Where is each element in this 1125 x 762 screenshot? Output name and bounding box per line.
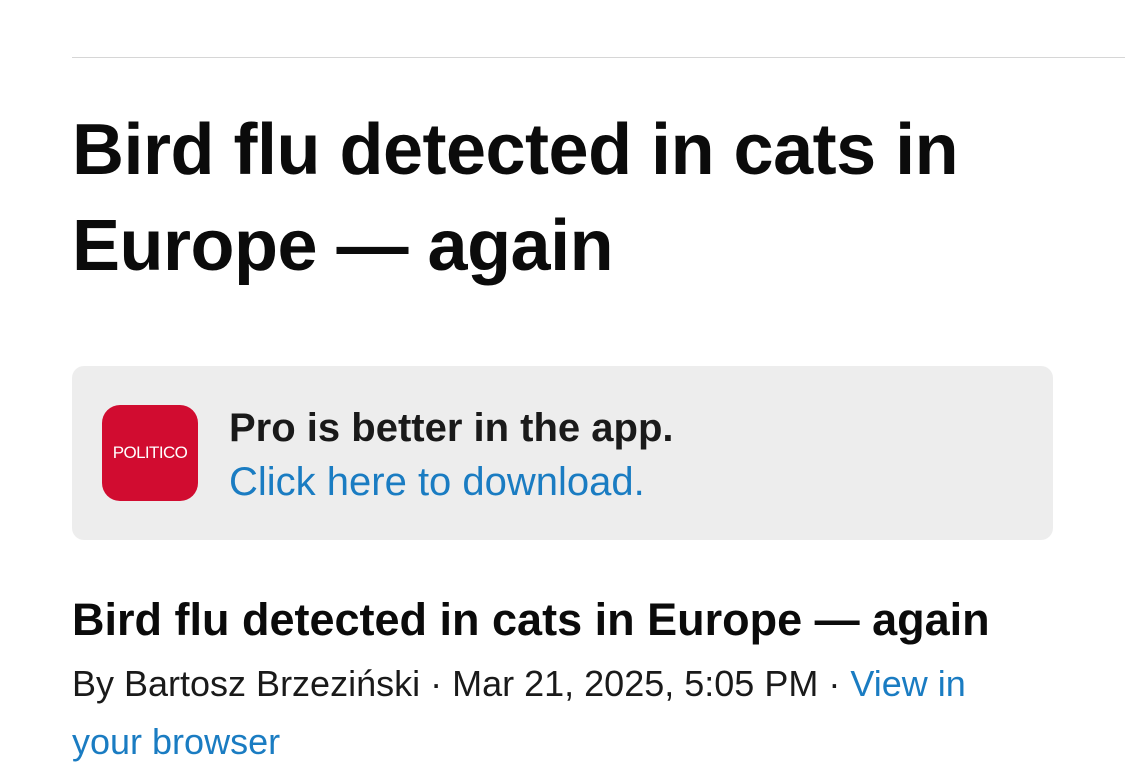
email-view: Bird flu detected in cats in Europe — ag… [0,0,1125,762]
publish-timestamp: Mar 21, 2025, 5:05 PM [452,663,819,704]
byline: By Bartosz Brzeziński · Mar 21, 2025, 5:… [72,655,1032,762]
politico-app-icon: POLITICO [102,405,198,501]
byline-separator: · [818,663,851,704]
article-title: Bird flu detected in cats in Europe — ag… [72,594,990,645]
banner-text: Pro is better in the app. Click here to … [229,402,674,510]
download-app-link[interactable]: Click here to download. [229,454,674,510]
app-download-banner[interactable]: POLITICO Pro is better in the app. Click… [72,366,1053,540]
byline-separator: · [420,663,453,704]
app-icon-label: POLITICO [112,443,188,462]
banner-title: Pro is better in the app. [229,406,674,450]
author-name: By Bartosz Brzeziński [72,663,421,704]
page-headline: Bird flu detected in cats in Europe — ag… [72,110,959,286]
top-divider [72,57,1125,58]
